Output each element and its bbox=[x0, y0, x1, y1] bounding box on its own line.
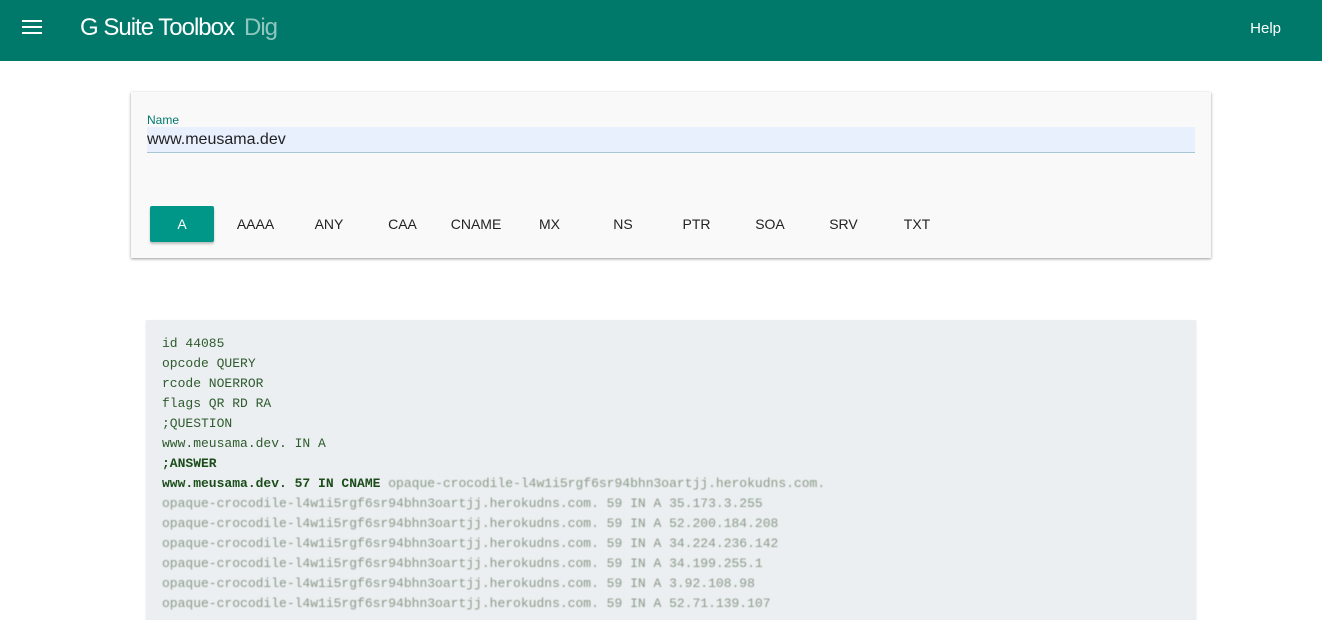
result-opcode: opcode QUERY bbox=[162, 356, 256, 371]
record-type-button-any[interactable]: ANY bbox=[297, 206, 361, 242]
answer-a-record: opaque-crocodile-l4w1i5rgf6sr94bhn3oartj… bbox=[162, 596, 771, 611]
record-type-button-cname[interactable]: CNAME bbox=[444, 206, 508, 242]
record-type-button-ptr[interactable]: PTR bbox=[665, 206, 729, 242]
answer-cname-record: www.meusama.dev. 57 IN CNAME opaque-croc… bbox=[162, 474, 1196, 494]
record-type-button-aaaa[interactable]: AAAA bbox=[224, 206, 288, 242]
answer-list: opaque-crocodile-l4w1i5rgf6sr94bhn3oartj… bbox=[162, 494, 1196, 614]
help-link[interactable]: Help bbox=[1250, 20, 1281, 37]
top-app-bar: G Suite Toolbox Dig Help bbox=[0, 0, 1322, 61]
dig-result-panel: id 44085 opcode QUERY rcode NOERROR flag… bbox=[146, 320, 1196, 620]
answer-a-record: opaque-crocodile-l4w1i5rgf6sr94bhn3oartj… bbox=[162, 516, 779, 531]
record-type-button-txt[interactable]: TXT bbox=[885, 206, 949, 242]
result-rcode: rcode NOERROR bbox=[162, 376, 264, 391]
record-type-buttons: A AAAA ANY CAA CNAME MX NS PTR SOA SRV TXT bbox=[150, 206, 959, 242]
question-record: www.meusama.dev. IN A bbox=[162, 436, 326, 451]
tool-name: Dig bbox=[244, 14, 278, 41]
result-flags: flags QR RD RA bbox=[162, 396, 272, 411]
name-label: Name bbox=[147, 113, 180, 127]
record-type-button-mx[interactable]: MX bbox=[518, 206, 582, 242]
name-input[interactable] bbox=[147, 127, 1195, 153]
answer-a-record: opaque-crocodile-l4w1i5rgf6sr94bhn3oartj… bbox=[162, 576, 755, 591]
record-type-button-a[interactable]: A bbox=[150, 206, 214, 242]
record-type-button-ns[interactable]: NS bbox=[591, 206, 655, 242]
answer-a-record: opaque-crocodile-l4w1i5rgf6sr94bhn3oartj… bbox=[162, 556, 763, 571]
answer-cname-target: opaque-crocodile-l4w1i5rgf6sr94bhn3oartj… bbox=[388, 476, 826, 491]
result-id: id 44085 bbox=[162, 336, 225, 351]
question-header: ;QUESTION bbox=[162, 416, 233, 431]
app-title: G Suite Toolbox Dig bbox=[80, 14, 278, 42]
answer-cname-prefix: www.meusama.dev. 57 IN CNAME bbox=[162, 476, 381, 491]
brand-name: G Suite Toolbox bbox=[80, 14, 235, 41]
answer-a-record: opaque-crocodile-l4w1i5rgf6sr94bhn3oartj… bbox=[162, 496, 763, 511]
answer-a-record: opaque-crocodile-l4w1i5rgf6sr94bhn3oartj… bbox=[162, 536, 779, 551]
record-type-button-soa[interactable]: SOA bbox=[738, 206, 802, 242]
answer-header: ;ANSWER bbox=[162, 456, 217, 471]
hamburger-menu-icon[interactable] bbox=[22, 19, 42, 35]
record-type-button-srv[interactable]: SRV bbox=[812, 206, 876, 242]
query-card: Name AAAAAANYCAACNAMEMXNSPTRSOASRVTXT bbox=[131, 92, 1211, 258]
record-type-button-caa[interactable]: CAA bbox=[371, 206, 435, 242]
